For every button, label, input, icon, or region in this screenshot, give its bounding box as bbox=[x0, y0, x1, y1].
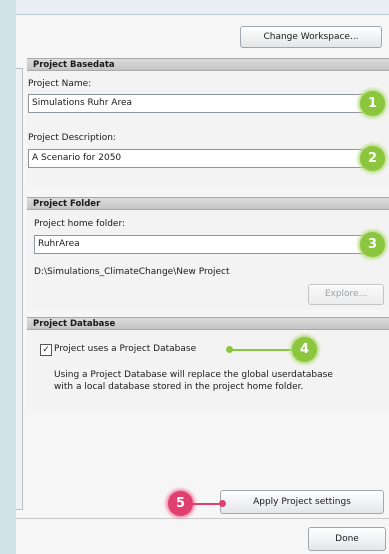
callout-4-connector-line bbox=[230, 349, 292, 351]
project-description-field[interactable]: A Scenario for 2050 bbox=[28, 149, 380, 168]
apply-project-settings-button[interactable]: Apply Project settings bbox=[220, 490, 384, 514]
database-info-text-line1: Using a Project Database will replace th… bbox=[54, 370, 333, 380]
database-info-text-line2: with a local database stored in the proj… bbox=[54, 382, 304, 392]
explore-button[interactable]: Explore... bbox=[308, 284, 384, 305]
callout-2-badge: 2 bbox=[360, 146, 385, 171]
change-workspace-button[interactable]: Change Workspace... bbox=[240, 26, 382, 48]
database-section-header: Project Database bbox=[27, 317, 389, 330]
callout-5-badge: 5 bbox=[168, 491, 193, 516]
done-button[interactable]: Done bbox=[308, 527, 386, 551]
callout-5-connector-line bbox=[192, 503, 222, 505]
left-panel-edge bbox=[16, 68, 23, 510]
callout-5-connector-dot bbox=[219, 500, 226, 507]
folder-section-header: Project Folder bbox=[27, 197, 389, 210]
basedata-section-header: Project Basedata bbox=[27, 58, 389, 71]
use-project-database-checkbox[interactable]: ✓ bbox=[40, 344, 52, 356]
bottom-separator bbox=[16, 518, 389, 519]
callout-1-badge: 1 bbox=[360, 91, 385, 116]
project-description-label: Project Description: bbox=[28, 133, 116, 143]
project-name-field[interactable]: Simulations Ruhr Area bbox=[28, 94, 380, 113]
callout-4-badge: 4 bbox=[292, 337, 317, 362]
home-folder-field[interactable]: RuhrArea bbox=[34, 235, 380, 254]
use-project-database-label[interactable]: Project uses a Project Database bbox=[54, 344, 196, 354]
project-path-text: D:\Simulations_ClimateChange\New Project bbox=[34, 267, 230, 277]
home-folder-label: Project home folder: bbox=[34, 219, 126, 229]
window-top-edge bbox=[16, 0, 389, 15]
callout-3-badge: 3 bbox=[360, 232, 385, 257]
project-name-label: Project Name: bbox=[28, 79, 92, 89]
